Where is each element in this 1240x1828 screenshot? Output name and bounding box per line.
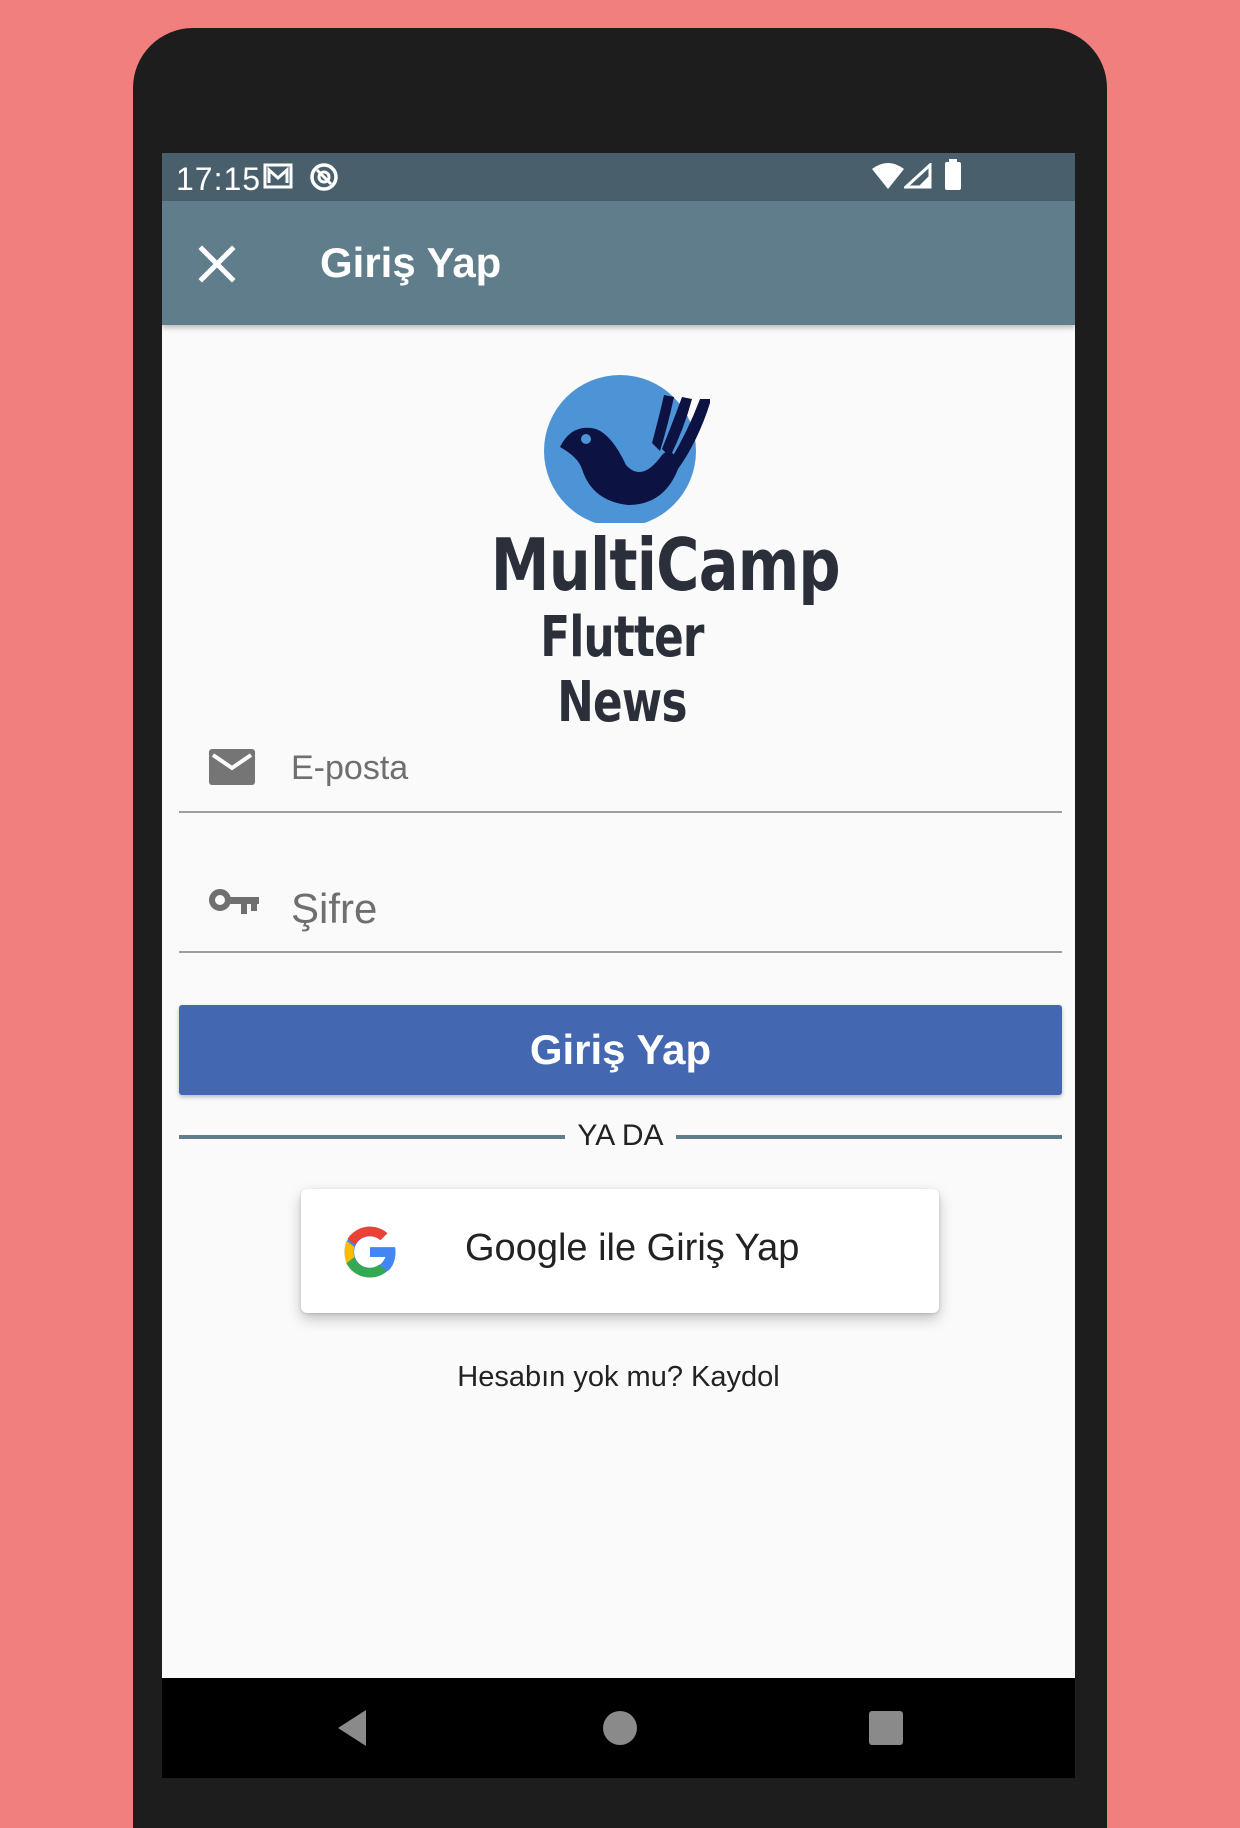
- app-bar: Giriş Yap: [162, 201, 1075, 325]
- google-icon: [344, 1226, 397, 1278]
- signal-icon: [902, 161, 932, 194]
- gmail-icon: [262, 161, 294, 196]
- page-title: Giriş Yap: [320, 239, 502, 286]
- email-field[interactable]: [179, 713, 1062, 813]
- battery-icon: [944, 159, 962, 196]
- close-button[interactable]: [192, 239, 242, 289]
- home-icon[interactable]: [602, 1708, 638, 1753]
- bird-logo-icon: [544, 375, 710, 523]
- screen: 17:15 Giriş Yap MultiCamp Flutter News E…: [162, 153, 1075, 1778]
- google-signin-button[interactable]: Google ile Giriş Yap: [301, 1189, 939, 1313]
- signup-link[interactable]: Hesabın yok mu? Kaydol: [162, 1361, 1075, 1394]
- sync-icon: [308, 161, 340, 198]
- login-button[interactable]: Giriş Yap: [179, 1005, 1062, 1095]
- divider-label: YA DA: [577, 1119, 664, 1152]
- password-input[interactable]: [289, 881, 1033, 937]
- logo-title: MultiCamp: [490, 523, 841, 607]
- email-input[interactable]: [289, 745, 1033, 791]
- recents-icon[interactable]: [868, 1708, 904, 1753]
- status-time: 17:15: [176, 161, 262, 197]
- google-signin-label: Google ile Giriş Yap: [465, 1227, 800, 1269]
- system-nav-bar: [162, 1678, 1075, 1778]
- status-bar: 17:15: [162, 153, 1075, 201]
- password-field[interactable]: [179, 833, 1062, 953]
- key-icon: [209, 889, 259, 922]
- or-divider: YA DA: [179, 1117, 1062, 1157]
- mail-icon: [209, 749, 255, 790]
- close-icon: [198, 245, 236, 283]
- wifi-icon: [872, 163, 904, 194]
- app-logo: MultiCamp Flutter News: [462, 373, 841, 735]
- back-icon[interactable]: [334, 1708, 368, 1753]
